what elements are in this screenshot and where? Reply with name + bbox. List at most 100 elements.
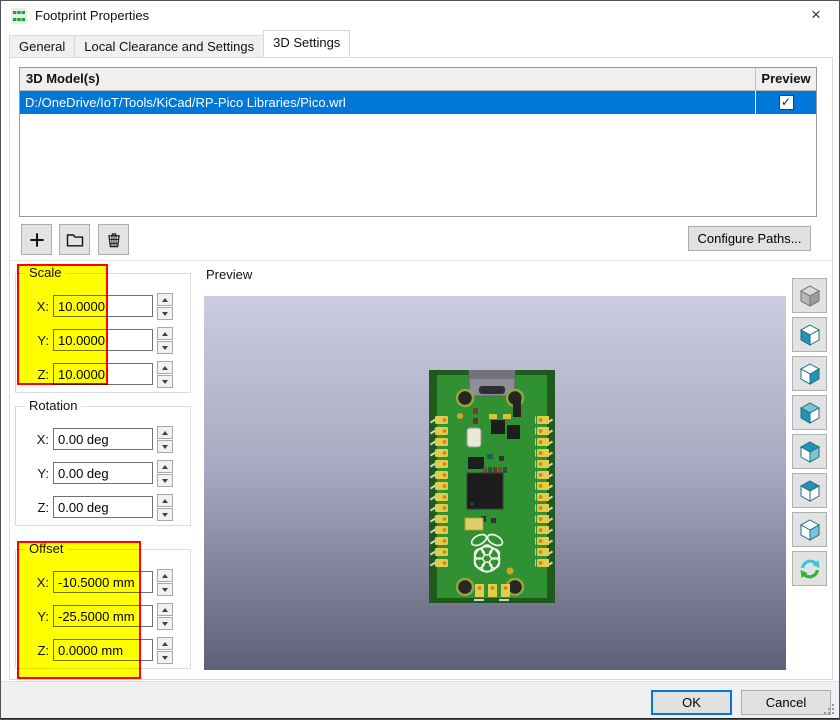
axis-label-z: Z: bbox=[37, 499, 49, 515]
axis-label-y: Y: bbox=[37, 465, 49, 481]
offset-z-input[interactable] bbox=[53, 639, 153, 661]
table-row[interactable]: D:/OneDrive/IoT/Tools/KiCad/RP-Pico Libr… bbox=[20, 91, 816, 114]
offset-group-label: Offset bbox=[25, 541, 68, 556]
reload-view-button[interactable] bbox=[792, 551, 827, 586]
spin-up-button[interactable] bbox=[157, 568, 173, 582]
spin-up-button[interactable] bbox=[157, 292, 173, 306]
axis-label-y: Y: bbox=[37, 608, 49, 624]
tab-bar: General Local Clearance and Settings 3D … bbox=[9, 30, 831, 57]
view-bottom-icon bbox=[799, 518, 820, 541]
ok-button[interactable]: OK bbox=[651, 690, 732, 715]
view-top-icon bbox=[799, 479, 820, 502]
spin-down-button[interactable] bbox=[157, 340, 173, 354]
spin-down-button[interactable] bbox=[157, 374, 173, 388]
dialog-footer: OK Cancel bbox=[1, 681, 839, 719]
scale-z-input[interactable] bbox=[53, 363, 153, 385]
view-right-button[interactable] bbox=[792, 356, 827, 391]
pico-board-3d-model bbox=[429, 370, 555, 603]
view-bottom-button[interactable] bbox=[792, 512, 827, 547]
rotation-group-label: Rotation bbox=[25, 398, 82, 413]
preview-cell: ✓ bbox=[756, 91, 816, 114]
axis-label-x: X: bbox=[36, 574, 49, 590]
3d-preview-viewport[interactable] bbox=[204, 296, 786, 670]
axis-label-y: Y: bbox=[37, 332, 49, 348]
reload-view-icon bbox=[800, 559, 819, 578]
offset-y-row: Y: bbox=[16, 602, 190, 630]
spin-down-button[interactable] bbox=[157, 306, 173, 320]
tab-3d-settings[interactable]: 3D Settings bbox=[263, 30, 351, 57]
view-top-button[interactable] bbox=[792, 473, 827, 508]
rotation-x-input[interactable] bbox=[53, 428, 153, 450]
axis-label-z: Z: bbox=[37, 366, 49, 382]
view-back-icon bbox=[799, 440, 820, 463]
view-front-icon bbox=[799, 401, 820, 424]
spin-down-button[interactable] bbox=[157, 473, 173, 487]
spin-down-button[interactable] bbox=[157, 650, 173, 664]
view-right-icon bbox=[799, 362, 820, 385]
spin-up-button[interactable] bbox=[157, 636, 173, 650]
scale-x-input[interactable] bbox=[53, 295, 153, 317]
tab-general[interactable]: General bbox=[9, 35, 76, 57]
view-front-button[interactable] bbox=[792, 395, 827, 430]
browse-folder-button[interactable] bbox=[59, 224, 90, 255]
rotation-y-input[interactable] bbox=[53, 462, 153, 484]
spin-down-button[interactable] bbox=[157, 439, 173, 453]
kicad-footprint-icon bbox=[11, 8, 27, 24]
model-path-cell[interactable]: D:/OneDrive/IoT/Tools/KiCad/RP-Pico Libr… bbox=[20, 91, 756, 114]
tab-local-clearance[interactable]: Local Clearance and Settings bbox=[74, 35, 265, 57]
delete-model-icon bbox=[107, 232, 120, 247]
scale-x-spinner bbox=[157, 292, 173, 320]
add-model-icon bbox=[29, 232, 44, 247]
preview-checkbox[interactable]: ✓ bbox=[778, 95, 794, 110]
rotation-x-row: X: bbox=[16, 425, 190, 453]
isometric-view-button[interactable] bbox=[792, 278, 827, 313]
offset-z-row: Z: bbox=[16, 636, 190, 664]
offset-y-input[interactable] bbox=[53, 605, 153, 627]
offset-x-input[interactable] bbox=[53, 571, 153, 593]
3d-settings-page: 3D Model(s) Preview D:/OneDrive/IoT/Tool… bbox=[9, 57, 833, 680]
spin-down-button[interactable] bbox=[157, 507, 173, 521]
scale-z-spinner bbox=[157, 360, 173, 388]
scale-group-label: Scale bbox=[25, 265, 66, 280]
section-divider bbox=[10, 260, 832, 261]
add-model-button[interactable] bbox=[21, 224, 52, 255]
close-button[interactable]: × bbox=[793, 1, 839, 31]
scale-group: Scale X: Y: Z: bbox=[15, 265, 191, 393]
axis-label-z: Z: bbox=[37, 642, 49, 658]
spin-up-button[interactable] bbox=[157, 459, 173, 473]
resize-grip[interactable] bbox=[823, 703, 836, 716]
cancel-button[interactable]: Cancel bbox=[741, 690, 831, 715]
spin-up-button[interactable] bbox=[157, 326, 173, 340]
scale-y-input[interactable] bbox=[53, 329, 153, 351]
view-left-button[interactable] bbox=[792, 317, 827, 352]
offset-x-row: X: bbox=[16, 568, 190, 596]
close-icon: × bbox=[811, 5, 821, 24]
rotation-z-input[interactable] bbox=[53, 496, 153, 518]
configure-paths-button[interactable]: Configure Paths... bbox=[688, 226, 811, 251]
spin-up-button[interactable] bbox=[157, 493, 173, 507]
offset-z-spinner bbox=[157, 636, 173, 664]
axis-label-x: X: bbox=[36, 431, 49, 447]
spin-up-button[interactable] bbox=[157, 602, 173, 616]
view-back-button[interactable] bbox=[792, 434, 827, 469]
spin-down-button[interactable] bbox=[157, 616, 173, 630]
preview-panel-label: Preview bbox=[206, 267, 253, 282]
scale-y-row: Y: bbox=[16, 326, 190, 354]
delete-model-button[interactable] bbox=[98, 224, 129, 255]
browse-folder-icon bbox=[66, 233, 83, 247]
isometric-view-icon bbox=[799, 284, 820, 307]
offset-x-spinner bbox=[157, 568, 173, 596]
rotation-y-row: Y: bbox=[16, 459, 190, 487]
spin-up-button[interactable] bbox=[157, 360, 173, 374]
rotation-y-spinner bbox=[157, 459, 173, 487]
rotation-group: Rotation X: Y: Z: bbox=[15, 398, 191, 526]
offset-y-spinner bbox=[157, 602, 173, 630]
footprint-properties-dialog: Footprint Properties × General Local Cle… bbox=[0, 0, 840, 720]
spin-down-button[interactable] bbox=[157, 582, 173, 596]
model-table: 3D Model(s) Preview D:/OneDrive/IoT/Tool… bbox=[19, 67, 817, 217]
check-icon: ✓ bbox=[780, 95, 792, 109]
rotation-z-row: Z: bbox=[16, 493, 190, 521]
spin-up-button[interactable] bbox=[157, 425, 173, 439]
offset-group: Offset X: Y: Z: bbox=[15, 541, 191, 669]
rotation-x-spinner bbox=[157, 425, 173, 453]
